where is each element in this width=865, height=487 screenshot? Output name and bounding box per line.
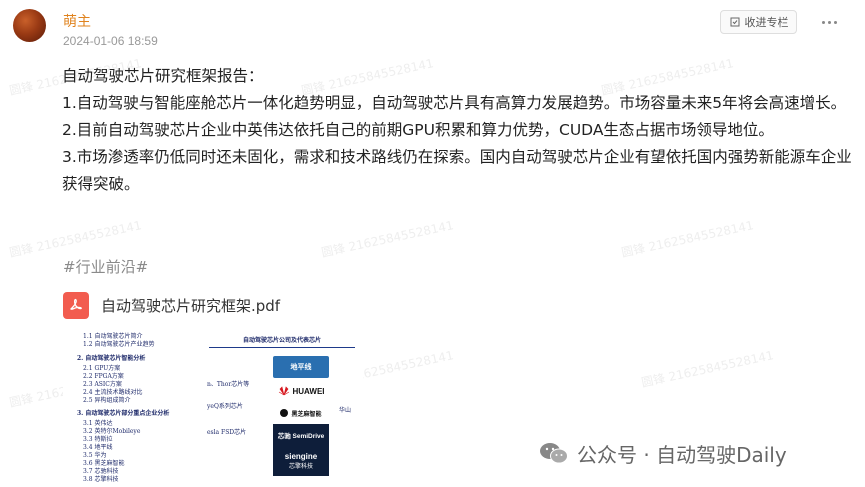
pdf-attachment[interactable]: 自动驾驶芯片研究框架.pdf xyxy=(63,291,280,319)
watermark: 圆锋 21625845528141 xyxy=(320,218,455,260)
watermark: 圆锋 21625845528141 xyxy=(620,218,755,260)
collect-to-column-button[interactable]: 收进专栏 xyxy=(720,10,797,34)
semidrive-logo-text: 芯驰 SemiDrive xyxy=(277,433,325,440)
siengine-logo: siengine 芯擎科技 xyxy=(273,446,329,476)
toc-line: 2.5 异构组成简介 xyxy=(83,397,131,404)
blacksesame-logo: 黑芝麻智能 xyxy=(273,402,329,424)
collect-label: 收进专栏 xyxy=(744,16,789,29)
watermark: 圆锋 21625845528141 xyxy=(8,218,143,260)
post-date: 2024-01-06 18:59 xyxy=(63,34,158,48)
collect-icon xyxy=(730,17,739,27)
wechat-official-account-watermark: 公众号 · 自动驾驶Daily xyxy=(539,440,787,467)
attachment-preview-toc[interactable]: 1.1 自动驾驶芯片简介 1.2 自动驾驶芯片产业趋势 2. 自动驾驶芯片智能分… xyxy=(63,327,191,487)
preview-title: 自动驾驶芯片公司及代表芯片 xyxy=(242,337,321,344)
topic-hashtag[interactable]: #行业前沿# xyxy=(63,256,148,277)
attachment-preview-companies[interactable]: 自动驾驶芯片公司及代表芯片 n、Thor芯片等 yeQ系列芯片 esla FSD… xyxy=(201,327,363,487)
preview-divider xyxy=(209,347,355,348)
chip-label: yeQ系列芯片 xyxy=(207,403,243,410)
more-options-icon[interactable] xyxy=(818,12,840,32)
post-paragraph: 1.自动驾驶与智能座舱芯片一体化趋势明显，自动驾驶芯片具有高算力发展趋势。市场容… xyxy=(62,94,847,112)
author-name[interactable]: 萌主 xyxy=(63,11,91,31)
post-paragraph: 自动驾驶芯片研究框架报告： xyxy=(62,67,264,85)
post-paragraph: 3.市场渗透率仍低同时还未固化，需求和技术路线仍在探索。国内自动驾驶芯片企业有望… xyxy=(62,148,852,193)
post-paragraph: 2.目前自动驾驶芯片企业中英伟达依托自己的前期GPU积累和算力优势，CUDA生态… xyxy=(62,121,774,139)
post-content: 自动驾驶芯片研究框架报告： 1.自动驾驶与智能座舱芯片一体化趋势明显，自动驾驶芯… xyxy=(62,63,852,198)
footer-brand-text: 公众号 · 自动驾驶Daily xyxy=(577,442,787,467)
pdf-filename: 自动驾驶芯片研究框架.pdf xyxy=(101,296,281,315)
wechat-icon xyxy=(540,443,568,464)
toc-line: 1.2 自动驾驶芯片产业趋势 xyxy=(83,341,155,348)
semidrive-logo: 芯驰 SemiDrive xyxy=(273,424,329,446)
chip-label-right: 华山 xyxy=(339,407,352,414)
toc-line: 3.8 芯擎科技 xyxy=(83,476,119,483)
horizon-logo: 地平线 xyxy=(273,356,329,378)
chip-label: esla FSD芯片 xyxy=(207,429,247,436)
watermark: 圆锋 21625845528141 xyxy=(640,348,775,390)
toc-line: 2. 自动驾驶芯片智能分析 xyxy=(77,355,146,362)
toc-line: 3. 自动驾驶芯片部分重点企业分析 xyxy=(77,410,170,417)
horizon-logo-text: 地平线 xyxy=(290,364,312,371)
siengine-logo-cn: 芯擎科技 xyxy=(288,464,313,470)
huawei-logo: HUAWEI xyxy=(273,380,329,402)
blacksesame-logo-text: 黑芝麻智能 xyxy=(291,411,322,418)
huawei-logo-text: HUAWEI xyxy=(292,386,325,396)
pdf-file-icon xyxy=(63,291,89,319)
author-avatar[interactable] xyxy=(13,9,46,42)
chip-label: n、Thor芯片等 xyxy=(207,381,250,388)
siengine-logo-text: siengine xyxy=(284,452,318,461)
